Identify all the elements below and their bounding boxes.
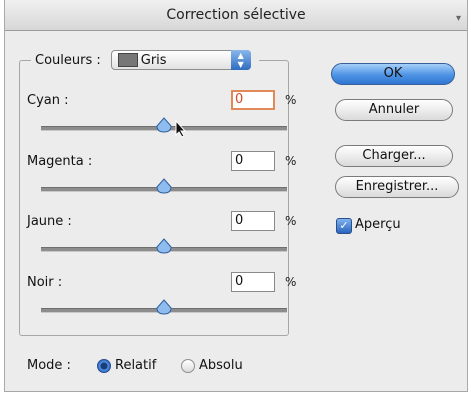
colors-row: Couleurs : Gris ▲ ▼ (31, 50, 259, 70)
colors-label: Couleurs : (35, 52, 101, 68)
preview-checkbox[interactable]: ✓ (336, 218, 352, 234)
cyan-label: Cyan : (27, 93, 69, 108)
cyan-field[interactable]: 0 (231, 90, 275, 110)
magenta-label: Magenta : (27, 154, 93, 169)
save-button[interactable]: Enregistrer... (335, 176, 459, 198)
title-bar[interactable]: Correction sélective ▾ (5, 0, 467, 31)
cyan-slider-thumb[interactable] (156, 117, 172, 133)
colors-popup-value: Gris (140, 52, 167, 68)
load-button[interactable]: Charger... (335, 145, 453, 167)
magenta-field[interactable]: 0 (231, 151, 275, 171)
preview-label[interactable]: Aperçu (355, 217, 401, 232)
gray-swatch-icon (117, 53, 138, 67)
mode-label: Mode : (27, 358, 71, 373)
yellow-percent-sign: % (285, 214, 297, 228)
corner-arrow-icon: ▾ (455, 13, 461, 24)
mode-absolute-radio[interactable] (181, 359, 195, 373)
colors-popup[interactable]: Gris ▲ ▼ (110, 50, 251, 70)
yellow-field[interactable]: 0 (231, 211, 275, 231)
black-field[interactable]: 0 (231, 272, 275, 292)
magenta-slider-thumb[interactable] (156, 178, 172, 194)
mouse-cursor-icon (175, 120, 187, 138)
popup-arrows-icon: ▲ ▼ (230, 50, 251, 70)
cyan-percent-sign: % (285, 93, 297, 107)
mode-absolute-label[interactable]: Absolu (199, 358, 243, 373)
selective-color-dialog: Correction sélective ▾ Couleurs : Gris ▲… (4, 0, 468, 392)
magenta-percent-sign: % (285, 154, 297, 168)
cancel-button[interactable]: Annuler (335, 99, 453, 121)
mode-relative-label[interactable]: Relatif (115, 358, 156, 373)
dialog-title: Correction sélective (166, 7, 306, 23)
mode-relative-radio[interactable] (97, 359, 111, 373)
yellow-slider-thumb[interactable] (156, 238, 172, 254)
ok-button[interactable]: OK (331, 63, 455, 85)
black-slider-thumb[interactable] (156, 299, 172, 315)
black-label: Noir : (27, 275, 63, 290)
black-percent-sign: % (285, 275, 297, 289)
yellow-label: Jaune : (27, 214, 72, 229)
